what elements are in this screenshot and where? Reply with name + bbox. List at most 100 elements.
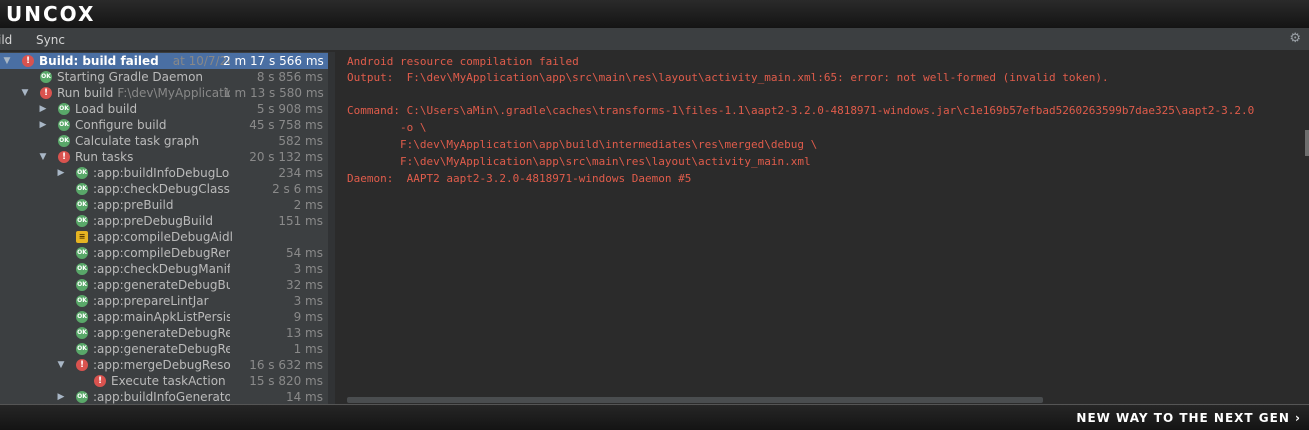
tree-row[interactable]: ▶ OK Load build 5 s 908 ms — [0, 101, 328, 117]
tab-build[interactable]: ild — [0, 33, 12, 47]
tree-row[interactable]: OK:app:generateDebugResVa 13 ms — [0, 325, 328, 341]
tree-row-title: Build: — [39, 54, 79, 68]
error-icon: ! — [22, 55, 34, 67]
tree-row-label: :app:compileDebugAidl — [93, 229, 317, 245]
tree-row[interactable]: ▼! Run build F:\dev\MyApplication 1 m 13 s … — [0, 85, 328, 101]
uncox-logo: UNCOX — [6, 2, 96, 26]
tree-row-duration: 1 ms — [293, 342, 323, 356]
horizontal-scrollbar[interactable] — [347, 397, 1043, 403]
tree-row[interactable]: OK:app:generateDebugResou 1 ms — [0, 341, 328, 357]
error-icon: ! — [40, 87, 52, 99]
tree-row-duration: 582 ms — [278, 134, 323, 148]
error-icon: ! — [58, 151, 70, 163]
tree-row-duration: 2 m 17 s 566 ms — [223, 54, 324, 68]
tree-row[interactable]: OK Starting Gradle Daemon 8 s 856 ms — [0, 69, 328, 85]
watermark-footer: NEW WAY TO THE NEXT GEN › — [0, 404, 1309, 430]
success-icon: OK — [58, 103, 70, 115]
tree-row[interactable]: ▼! Run tasks 20 s 132 ms — [0, 149, 328, 165]
chevron-down-icon[interactable]: ▼ — [38, 149, 48, 165]
warning-icon: ≡ — [76, 231, 88, 243]
success-icon: OK — [76, 183, 88, 195]
tree-row[interactable]: ! Execute taskAction 15 s 820 ms — [0, 373, 328, 389]
success-icon: OK — [76, 167, 88, 179]
tree-row-duration: 32 ms — [285, 278, 323, 292]
chevron-down-icon[interactable]: ▼ — [20, 85, 30, 101]
build-tab-bar: ild Sync ⚙ — [0, 30, 1309, 51]
tree-row-path: at 10/7/2018 4:1( — [172, 54, 230, 68]
chevron-right-icon[interactable]: ▶ — [56, 165, 66, 181]
tree-row[interactable]: ▶ OK :app:buildInfoDebugLoad 234 ms — [0, 165, 328, 181]
success-icon: OK — [76, 215, 88, 227]
tree-row-duration: 234 ms — [278, 166, 323, 180]
tree-row[interactable]: OK :app:checkDebugClasspat 2 s 6 ms — [0, 181, 328, 197]
tree-row-label: Execute taskAction — [111, 373, 230, 389]
chevron-down-icon[interactable]: ▼ — [2, 53, 12, 69]
tree-row[interactable]: ▶ OK:app:buildInfoGeneratorDe 14 ms — [0, 389, 328, 404]
success-icon: OK — [58, 119, 70, 131]
tree-row-duration: 151 ms — [278, 214, 323, 228]
success-icon: OK — [76, 327, 88, 339]
success-icon: OK — [58, 135, 70, 147]
tree-row-label: :app:generateDebugBuildC — [93, 277, 230, 293]
tree-row[interactable]: OK:app:compileDebugRende 54 ms — [0, 245, 328, 261]
tree-row[interactable]: OK:app:generateDebugBuildC 32 ms — [0, 277, 328, 293]
build-tree: ▼!Build:build failedat 10/7/2018 4:1(2 m… — [0, 52, 328, 404]
tree-row-title: :app:checkDebugClasspat — [93, 182, 230, 196]
tree-row-title: :app:mergeDebugResource — [93, 358, 230, 372]
tree-row[interactable]: OK:app:mainApkListPersister 9 ms — [0, 309, 328, 325]
tree-row-title: :app:prepareLintJar — [93, 294, 209, 308]
tree-row-duration: 45 s 758 ms — [249, 118, 323, 132]
console-line: Daemon: AAPT2 aapt2-3.2.0-4818971-window… — [347, 172, 692, 185]
tree-row-duration: 15 s 820 ms — [249, 374, 323, 388]
chevron-right-icon[interactable]: ▶ — [38, 101, 48, 117]
tree-row-label: :app:checkDebugClasspat — [93, 181, 230, 197]
tree-row-label: Configure build — [75, 117, 230, 133]
tree-row-duration: 16 s 632 ms — [249, 358, 323, 372]
tree-row[interactable]: OK :app:preDebugBuild 151 ms — [0, 213, 328, 229]
tree-row-title: Run build — [57, 86, 114, 100]
tree-row-duration: 3 ms — [293, 262, 323, 276]
console-line: Output: F:\dev\MyApplication\app\src\mai… — [347, 71, 1109, 84]
chevron-right-icon[interactable]: ▶ — [56, 389, 66, 404]
tree-row-duration: 2 ms — [293, 198, 323, 212]
tree-row-duration: 3 ms — [293, 294, 323, 308]
tree-row-duration: 54 ms — [285, 246, 323, 260]
tree-row-label: :app:preDebugBuild — [93, 213, 230, 229]
watermark-bar: UNCOX — [0, 0, 1309, 28]
tree-row-title: Configure build — [75, 118, 167, 132]
tree-row[interactable]: OK:app:preBuild 2 ms — [0, 197, 328, 213]
tree-row-label: Run build F:\dev\MyApplication — [57, 85, 230, 101]
success-icon: OK — [40, 71, 52, 83]
chevron-right-icon[interactable]: ▶ — [38, 117, 48, 133]
tree-row[interactable]: ▼! Build:build failed at 10/7/2018 4:1(2 m… — [0, 53, 328, 69]
success-icon: OK — [76, 311, 88, 323]
vertical-scrollbar[interactable] — [1305, 130, 1309, 156]
tree-row[interactable]: ≡ :app:compileDebugAidl — [0, 229, 328, 245]
tree-row-duration: 2 s 6 ms — [272, 182, 323, 196]
tree-row-title: :app:generateDebugResVa — [93, 326, 230, 340]
tree-row-label: :app:generateDebugResVa — [93, 325, 230, 341]
tree-row[interactable]: ▼! :app:mergeDebugResource 16 s 632 ms — [0, 357, 328, 373]
tree-row-title: Starting Gradle Daemon — [57, 70, 204, 84]
build-output-console: Android resource compilation failed Outpu… — [335, 52, 1309, 404]
gear-icon[interactable]: ⚙ — [1289, 31, 1301, 46]
tree-row-label: Load build — [75, 101, 230, 117]
tree-row-label: :app:buildInfoDebugLoad — [93, 165, 230, 181]
chevron-down-icon[interactable]: ▼ — [56, 357, 66, 373]
error-icon: ! — [76, 359, 88, 371]
tree-row-title: :app:buildInfoDebugLoad — [93, 166, 230, 180]
splitter[interactable] — [328, 52, 335, 404]
tree-row-title: :app:preDebugBuild — [93, 214, 213, 228]
tree-row-duration: 14 ms — [285, 390, 323, 404]
tree-row[interactable]: OK:app:checkDebugManifest 3 ms — [0, 261, 328, 277]
success-icon: OK — [76, 199, 88, 211]
tree-row-label: :app:buildInfoGeneratorDe — [93, 389, 230, 404]
tree-row[interactable]: ▶ OK Configure build 45 s 758 ms — [0, 117, 328, 133]
tree-row[interactable]: OK:app:prepareLintJar 3 ms — [0, 293, 328, 309]
tree-row-label: Calculate task graph — [75, 133, 230, 149]
tree-row[interactable]: OK Calculate task graph 582 ms — [0, 133, 328, 149]
tree-row-duration: 1 m 13 s 580 ms — [223, 86, 324, 100]
tab-sync[interactable]: Sync — [36, 33, 65, 47]
tree-row-label: Starting Gradle Daemon — [57, 69, 230, 85]
success-icon: OK — [76, 263, 88, 275]
